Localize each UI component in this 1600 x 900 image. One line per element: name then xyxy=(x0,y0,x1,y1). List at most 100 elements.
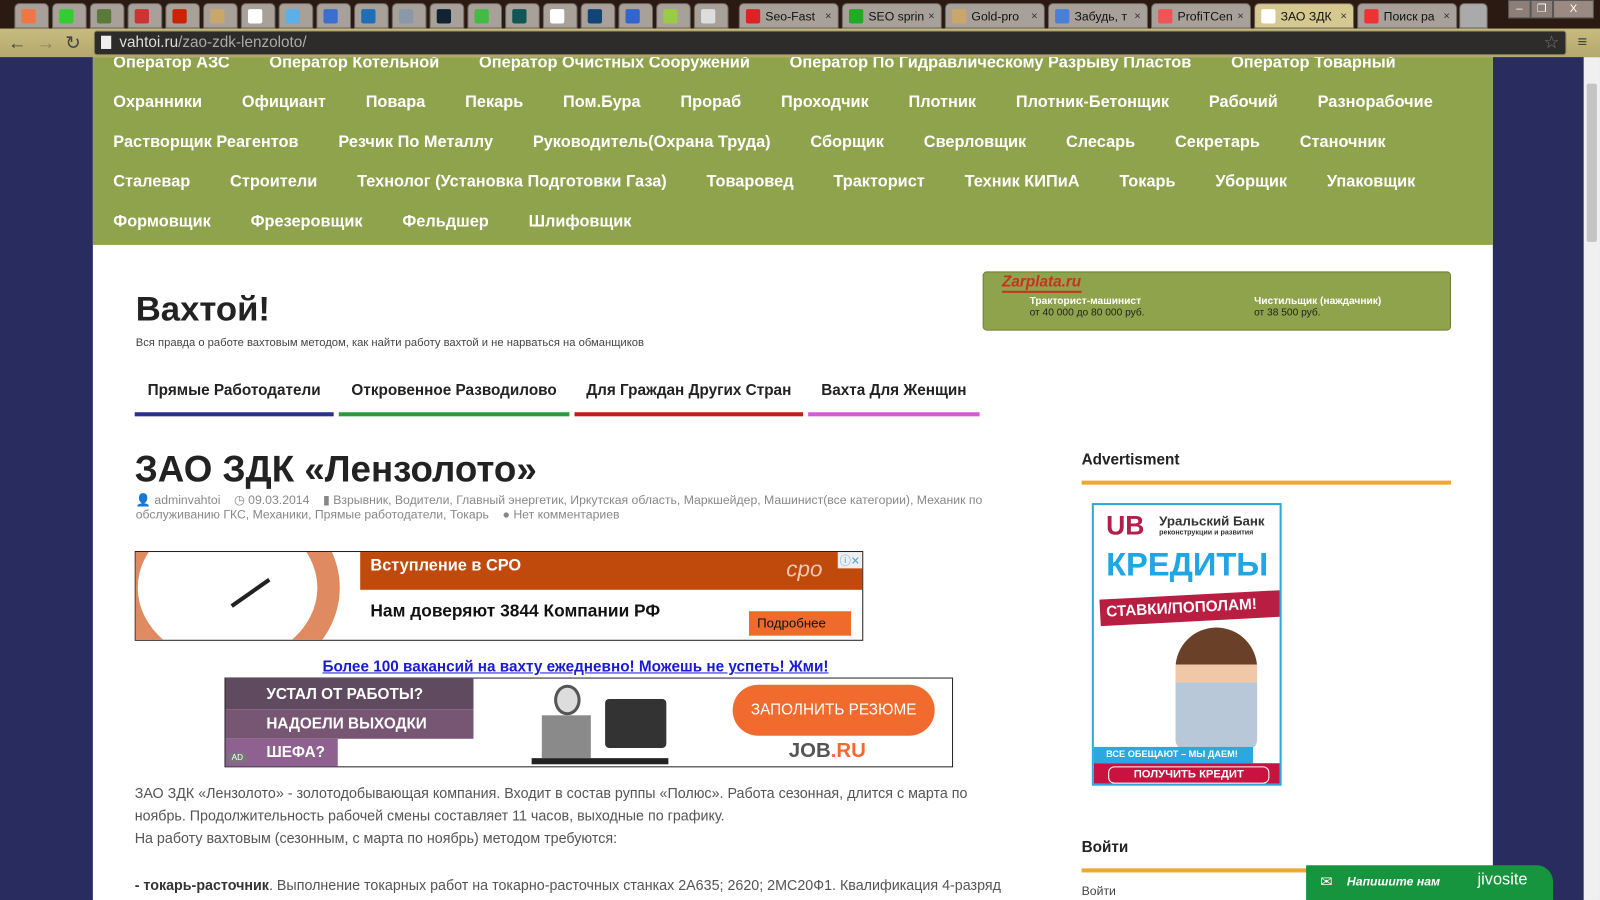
menu-item-women[interactable]: Вахта Для Женщин xyxy=(808,382,980,417)
scrollbar[interactable] xyxy=(1583,57,1600,900)
pinned-tab[interactable] xyxy=(278,3,314,29)
zarplata-widget[interactable]: Zarplata.ru Тракторист-машинист от 40 000… xyxy=(982,271,1452,331)
nav-item[interactable]: Пом.Бура xyxy=(563,94,641,112)
adchoices-close-icon[interactable]: ⓘ✕ xyxy=(837,552,863,569)
nav-item[interactable]: Строители xyxy=(230,173,317,191)
zarplata-job[interactable]: Чистильщик (наждачник) от 38 500 руб. xyxy=(1254,296,1381,318)
browser-tab[interactable]: Gold-pro × xyxy=(944,3,1045,29)
pinned-tab[interactable] xyxy=(89,3,125,29)
nav-item[interactable]: Рабочий xyxy=(1209,94,1278,112)
nav-item[interactable]: Повара xyxy=(366,94,426,112)
maximize-button[interactable]: ❐ xyxy=(1530,0,1554,19)
close-tab-icon[interactable]: × xyxy=(1130,10,1141,22)
bookmark-star-icon[interactable]: ☆ xyxy=(1544,32,1560,54)
nav-item[interactable]: Станочник xyxy=(1300,134,1386,152)
nav-item[interactable]: Фельдшер xyxy=(402,213,488,231)
browser-tab[interactable]: Забудь, т × xyxy=(1047,3,1148,29)
close-tab-icon[interactable]: × xyxy=(1027,10,1038,22)
promo-link[interactable]: Более 100 вакансий на вахту ежедневно! М… xyxy=(322,658,828,675)
site-title[interactable]: Вахтой! xyxy=(136,290,270,330)
scrollbar-thumb[interactable] xyxy=(1586,83,1597,242)
close-tab-icon[interactable]: × xyxy=(1439,10,1450,22)
pinned-tab[interactable] xyxy=(14,3,49,29)
nav-item[interactable]: Уборщик xyxy=(1215,173,1287,191)
nav-item[interactable]: Оператор АЗС xyxy=(113,57,229,72)
jobru-ad[interactable]: УСТАЛ ОТ РАБОТЫ? НАДОЕЛИ ВЫХОДКИ ШЕФА? A… xyxy=(224,677,954,768)
close-tab-icon[interactable]: × xyxy=(821,10,832,22)
nav-item[interactable]: Плотник-Бетонщик xyxy=(1016,94,1169,112)
minimize-button[interactable]: – xyxy=(1508,0,1531,19)
menu-icon[interactable]: ≡ xyxy=(1578,33,1588,53)
nav-item[interactable]: Упаковщик xyxy=(1327,173,1415,191)
post-comments[interactable]: Нет комментариев xyxy=(513,507,619,521)
nav-item[interactable]: Токарь xyxy=(1119,173,1175,191)
nav-item[interactable]: Проходчик xyxy=(781,94,869,112)
forward-icon[interactable]: → xyxy=(37,33,55,53)
pinned-tab[interactable] xyxy=(127,3,163,29)
nav-item[interactable]: Официант xyxy=(242,94,326,112)
sro-ad[interactable]: Вступление в СРО срo Нам доверяют 3844 Ко… xyxy=(134,551,864,641)
pinned-tab[interactable] xyxy=(618,3,654,29)
pinned-tab[interactable] xyxy=(354,3,389,29)
close-tab-icon[interactable]: × xyxy=(1233,10,1244,22)
address-bar[interactable]: vahtoi.ru/zao-zdk-lenzoloto/ ☆ xyxy=(93,30,1567,56)
login-link[interactable]: Войти xyxy=(1082,884,1116,898)
nav-item[interactable]: Техник КИПиА xyxy=(965,173,1080,191)
bank-ad[interactable]: UB Уральский Банк реконструкции и развит… xyxy=(1091,503,1282,786)
nav-item[interactable]: Растворщик Реагентов xyxy=(113,134,298,152)
close-tab-icon[interactable]: × xyxy=(924,10,935,22)
browser-tab[interactable]: SEO sprint × xyxy=(841,3,942,29)
pinned-tab[interactable] xyxy=(240,3,276,29)
pinned-tab[interactable] xyxy=(467,3,503,29)
nav-item[interactable]: Оператор По Гидравлическому Разрыву Плас… xyxy=(790,57,1192,72)
pinned-tab[interactable] xyxy=(580,3,616,29)
pinned-tab[interactable] xyxy=(656,3,691,29)
nav-item[interactable]: Оператор Очистных Сооружений xyxy=(479,57,750,72)
nav-item[interactable]: Оператор Товарный xyxy=(1231,57,1396,72)
pinned-tab[interactable] xyxy=(203,3,238,29)
pinned-tab[interactable] xyxy=(391,3,427,29)
nav-item[interactable]: Сталевар xyxy=(113,173,190,191)
menu-item-employers[interactable]: Прямые Работодатели xyxy=(134,382,334,417)
pinned-tab[interactable] xyxy=(52,3,87,29)
browser-tab[interactable]: Поиск ра × xyxy=(1357,3,1458,29)
menu-item-scams[interactable]: Откровенное Разводилово xyxy=(338,382,570,417)
fill-resume-button[interactable]: ЗАПОЛНИТЬ РЕЗЮМЕ xyxy=(732,684,935,736)
nav-item[interactable]: Охранники xyxy=(113,94,202,112)
nav-item[interactable]: Пекарь xyxy=(465,94,523,112)
nav-item[interactable]: Формовщик xyxy=(113,213,211,231)
nav-item[interactable]: Разнорабочие xyxy=(1318,94,1433,112)
pinned-tab[interactable] xyxy=(165,3,200,29)
close-tab-icon[interactable]: × xyxy=(1336,10,1347,22)
nav-item[interactable]: Сборщик xyxy=(810,134,884,152)
pinned-tab[interactable] xyxy=(693,3,729,29)
nav-item[interactable]: Тракторист xyxy=(833,173,924,191)
reload-icon[interactable]: ↻ xyxy=(65,33,80,53)
nav-item[interactable]: Руководитель(Охрана Труда) xyxy=(533,134,771,152)
pinned-tab[interactable] xyxy=(542,3,578,29)
back-icon[interactable]: ← xyxy=(8,33,26,53)
browser-tab[interactable]: ЗАО ЗДК × xyxy=(1254,3,1355,29)
nav-item[interactable]: Сверловщик xyxy=(924,134,1026,152)
nav-item[interactable]: Слесарь xyxy=(1066,134,1135,152)
nav-item[interactable]: Товаровед xyxy=(707,173,794,191)
browser-tab[interactable]: ProfiTCen × xyxy=(1151,3,1252,29)
nav-item[interactable]: Технолог (Установка Подготовки Газа) xyxy=(357,173,667,191)
pinned-tab[interactable] xyxy=(505,3,540,29)
close-window-button[interactable]: X xyxy=(1553,0,1594,19)
post-author[interactable]: adminvahtoi xyxy=(154,493,220,507)
nav-item[interactable]: Прораб xyxy=(680,94,741,112)
new-tab-button[interactable] xyxy=(1459,3,1488,29)
browser-tab[interactable]: Seo-Fast × xyxy=(738,3,839,29)
jivosite-chat-button[interactable]: ✉ Напишите нам jivosite xyxy=(1306,865,1554,900)
pinned-tab[interactable] xyxy=(316,3,352,29)
sro-more-button[interactable]: Подробнее xyxy=(748,611,852,636)
zarplata-job[interactable]: Тракторист-машинист от 40 000 до 80 000 р… xyxy=(1030,296,1145,318)
get-credit-button[interactable]: ПОЛУЧИТЬ КРЕДИТ xyxy=(1108,766,1270,784)
nav-item[interactable]: Плотник xyxy=(909,94,977,112)
nav-item[interactable]: Оператор Котельной xyxy=(269,57,439,72)
nav-item[interactable]: Секретарь xyxy=(1175,134,1260,152)
nav-item[interactable]: Резчик По Металлу xyxy=(338,134,493,152)
menu-item-foreigners[interactable]: Для Граждан Других Стран xyxy=(574,382,804,417)
nav-item[interactable]: Шлифовщик xyxy=(529,213,632,231)
